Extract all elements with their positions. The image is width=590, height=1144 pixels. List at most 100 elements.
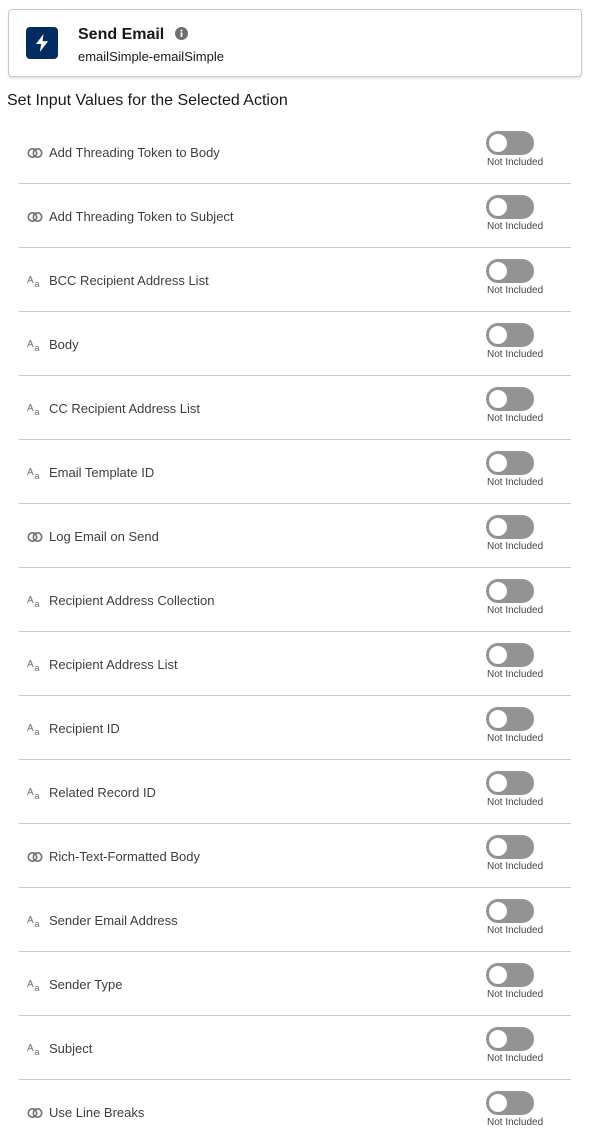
parameter-label: Sender Email Address	[49, 913, 178, 928]
text-type-icon: Aa	[27, 1042, 43, 1057]
include-toggle[interactable]	[486, 259, 534, 283]
info-icon[interactable]	[175, 27, 188, 40]
toggle-status-label: Not Included	[487, 797, 544, 808]
text-type-icon: Aa	[27, 594, 43, 609]
parameter-row: Aa Body Not Included	[19, 312, 571, 376]
svg-text:a: a	[35, 343, 40, 352]
parameter-row: Aa Recipient Address Collection Not Includ…	[19, 568, 571, 632]
toggle-knob	[489, 646, 507, 664]
include-toggle[interactable]	[486, 963, 534, 987]
parameter-row: Aa Sender Type Not Included	[19, 952, 571, 1016]
toggle-status-label: Not Included	[487, 477, 544, 488]
action-header-card: Send Email emailSimple-emailSimple	[8, 9, 582, 77]
parameter-row: Aa Sender Email Address Not Included	[19, 888, 571, 952]
parameter-row: Add Threading Token to Subject Not Includ…	[19, 184, 571, 248]
svg-text:A: A	[27, 339, 34, 350]
svg-text:a: a	[35, 791, 40, 800]
svg-text:A: A	[27, 723, 34, 734]
toggle-knob	[489, 518, 507, 536]
parameter-label: BCC Recipient Address List	[49, 273, 209, 288]
svg-text:A: A	[27, 403, 34, 414]
text-type-icon: Aa	[27, 466, 43, 481]
toggle-status-label: Not Included	[487, 925, 544, 936]
toggle-status-label: Not Included	[487, 413, 544, 424]
toggle-knob	[489, 326, 507, 344]
parameter-label: Subject	[49, 1041, 93, 1056]
include-toggle[interactable]	[486, 835, 534, 859]
boolean-type-icon	[27, 210, 43, 224]
toggle-knob	[489, 902, 507, 920]
action-api-name: emailSimple-emailSimple	[78, 49, 224, 64]
text-type-icon: Aa	[27, 978, 43, 993]
toggle-status-label: Not Included	[487, 1053, 544, 1064]
parameter-label: Add Threading Token to Body	[49, 145, 220, 160]
parameter-label: CC Recipient Address List	[49, 401, 201, 416]
parameter-label: Use Line Breaks	[49, 1105, 145, 1120]
toggle-knob	[489, 966, 507, 984]
parameter-row: Aa Recipient ID Not Included	[19, 696, 571, 760]
include-toggle[interactable]	[486, 515, 534, 539]
toggle-knob	[489, 1030, 507, 1048]
lightning-bolt-icon	[26, 27, 58, 59]
toggle-status-label: Not Included	[487, 861, 544, 872]
parameter-row: Aa Recipient Address List Not Included	[19, 632, 571, 696]
include-toggle[interactable]	[486, 707, 534, 731]
svg-text:a: a	[35, 663, 40, 672]
toggle-knob	[489, 198, 507, 216]
include-toggle[interactable]	[486, 899, 534, 923]
svg-text:A: A	[27, 275, 34, 286]
svg-text:a: a	[35, 599, 40, 608]
svg-text:A: A	[27, 1043, 34, 1054]
section-title: Set Input Values for the Selected Action	[7, 92, 288, 109]
svg-text:a: a	[35, 407, 40, 416]
text-type-icon: Aa	[27, 658, 43, 673]
toggle-knob	[489, 390, 507, 408]
parameter-row: Add Threading Token to Body Not Included	[19, 120, 571, 184]
svg-text:A: A	[27, 787, 34, 798]
svg-text:a: a	[35, 727, 40, 736]
parameter-label: Log Email on Send	[49, 529, 159, 544]
toggle-status-label: Not Included	[487, 989, 544, 1000]
parameter-row: Log Email on Send Not Included	[19, 504, 571, 568]
text-type-icon: Aa	[27, 786, 43, 801]
toggle-knob	[489, 134, 507, 152]
text-type-icon: Aa	[27, 402, 43, 417]
toggle-status-label: Not Included	[487, 733, 544, 744]
toggle-status-label: Not Included	[487, 349, 544, 360]
svg-text:a: a	[35, 983, 40, 992]
parameter-row: Aa Email Template ID Not Included	[19, 440, 571, 504]
toggle-status-label: Not Included	[487, 669, 544, 680]
svg-text:A: A	[27, 659, 34, 670]
svg-text:A: A	[27, 467, 34, 478]
svg-text:a: a	[35, 279, 40, 288]
parameter-row: Aa Related Record ID Not Included	[19, 760, 571, 824]
parameter-row: Aa BCC Recipient Address List Not Included	[19, 248, 571, 312]
include-toggle[interactable]	[486, 643, 534, 667]
include-toggle[interactable]	[486, 195, 534, 219]
toggle-status-label: Not Included	[487, 285, 544, 296]
toggle-knob	[489, 774, 507, 792]
parameter-label: Body	[49, 337, 79, 352]
parameter-list: Add Threading Token to Body Not Included A…	[19, 120, 571, 1144]
include-toggle[interactable]	[486, 771, 534, 795]
text-type-icon: Aa	[27, 338, 43, 353]
boolean-type-icon	[27, 146, 43, 160]
include-toggle[interactable]	[486, 131, 534, 155]
include-toggle[interactable]	[486, 387, 534, 411]
text-type-icon: Aa	[27, 274, 43, 289]
boolean-type-icon	[27, 850, 43, 864]
include-toggle[interactable]	[486, 1027, 534, 1051]
include-toggle[interactable]	[486, 1091, 534, 1115]
parameter-row: Rich-Text-Formatted Body Not Included	[19, 824, 571, 888]
include-toggle[interactable]	[486, 579, 534, 603]
toggle-status-label: Not Included	[487, 605, 544, 616]
include-toggle[interactable]	[486, 323, 534, 347]
svg-text:a: a	[35, 1047, 40, 1056]
parameter-row: Aa Subject Not Included	[19, 1016, 571, 1080]
parameter-label: Recipient Address Collection	[49, 593, 215, 608]
boolean-type-icon	[27, 530, 43, 544]
text-type-icon: Aa	[27, 914, 43, 929]
toggle-knob	[489, 454, 507, 472]
toggle-knob	[489, 262, 507, 280]
include-toggle[interactable]	[486, 451, 534, 475]
